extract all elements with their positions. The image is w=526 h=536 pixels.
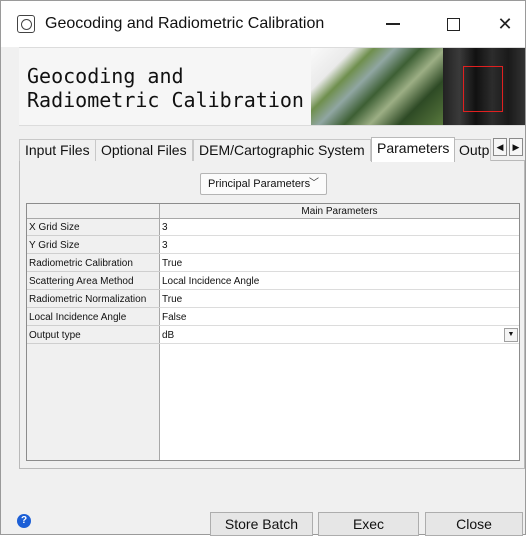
- output-type-value: dB: [162, 330, 175, 341]
- minimize-icon: [386, 23, 400, 25]
- tab-dem-cartographic-system[interactable]: DEM/Cartographic System: [193, 139, 371, 161]
- radiometric-calibration-field[interactable]: True: [160, 255, 519, 272]
- store-batch-button[interactable]: Store Batch: [210, 512, 313, 536]
- close-button[interactable]: Close: [425, 512, 523, 536]
- sar-highlight-box: [463, 66, 503, 112]
- scattering-area-method-field[interactable]: Local Incidence Angle: [160, 273, 519, 290]
- close-icon: ✕: [497, 13, 513, 34]
- local-incidence-angle-field[interactable]: False: [160, 309, 519, 326]
- tab-scroll-right-button[interactable]: ▶: [509, 138, 523, 156]
- row-label-radiometric-calibration: Radiometric Calibration: [27, 255, 160, 272]
- row-label-x-grid-size: X Grid Size: [27, 219, 160, 236]
- maximize-button[interactable]: [433, 9, 473, 39]
- tab-input-files[interactable]: Input Files: [19, 139, 96, 161]
- table-corner: [27, 204, 160, 219]
- radiometric-normalization-field[interactable]: True: [160, 291, 519, 308]
- tab-parameters[interactable]: Parameters: [371, 137, 456, 162]
- tab-scroll-left-button[interactable]: ◀: [493, 138, 507, 156]
- minimize-button[interactable]: [373, 9, 413, 39]
- close-window-button[interactable]: ✕: [485, 9, 525, 39]
- app-window: Geocoding and Radiometric Calibration ✕ …: [0, 0, 526, 536]
- chevron-down-icon: ﹀: [309, 178, 319, 189]
- chevron-right-icon: ▶: [512, 142, 520, 152]
- output-type-select[interactable]: dB ▼: [160, 327, 519, 344]
- row-values-column: 3 3 True Local Incidence Angle True Fals…: [160, 219, 519, 460]
- aerial-image: [311, 48, 443, 125]
- tab-bar: Input Files Optional Files DEM/Cartograp…: [19, 137, 525, 162]
- row-label-scattering-area-method: Scattering Area Method: [27, 273, 160, 290]
- title-bar: Geocoding and Radiometric Calibration ✕: [1, 1, 525, 47]
- row-label-local-incidence-angle: Local Incidence Angle: [27, 309, 160, 326]
- parameters-table: Main Parameters X Grid Size Y Grid Size …: [26, 203, 520, 461]
- row-label-y-grid-size: Y Grid Size: [27, 237, 160, 254]
- maximize-icon: [446, 17, 460, 31]
- row-label-output-type: Output type: [27, 327, 160, 344]
- window-title: Geocoding and Radiometric Calibration: [45, 15, 325, 32]
- parameter-group-select[interactable]: Principal Parameters ﹀: [200, 173, 327, 195]
- table-header: Main Parameters: [160, 204, 519, 219]
- app-icon: [17, 15, 35, 33]
- parameter-group-value: Principal Parameters: [208, 178, 311, 190]
- help-icon[interactable]: ?: [17, 514, 31, 528]
- y-grid-size-field[interactable]: 3: [160, 237, 519, 254]
- tab-optional-files[interactable]: Optional Files: [95, 139, 193, 161]
- x-grid-size-field[interactable]: 3: [160, 219, 519, 236]
- exec-button[interactable]: Exec: [318, 512, 419, 536]
- banner-title: Geocoding and Radiometric Calibration: [27, 64, 304, 112]
- row-labels-column: X Grid Size Y Grid Size Radiometric Cali…: [27, 219, 160, 460]
- chevron-left-icon: ◀: [496, 142, 504, 152]
- parameters-panel: Principal Parameters ﹀ Main Parameters X…: [19, 161, 525, 469]
- dropdown-arrow-icon[interactable]: ▼: [504, 328, 518, 342]
- header-banner: Geocoding and Radiometric Calibration: [19, 47, 525, 126]
- tab-output[interactable]: Outp: [453, 139, 491, 161]
- sar-image: [443, 48, 525, 125]
- row-label-radiometric-normalization: Radiometric Normalization: [27, 291, 160, 308]
